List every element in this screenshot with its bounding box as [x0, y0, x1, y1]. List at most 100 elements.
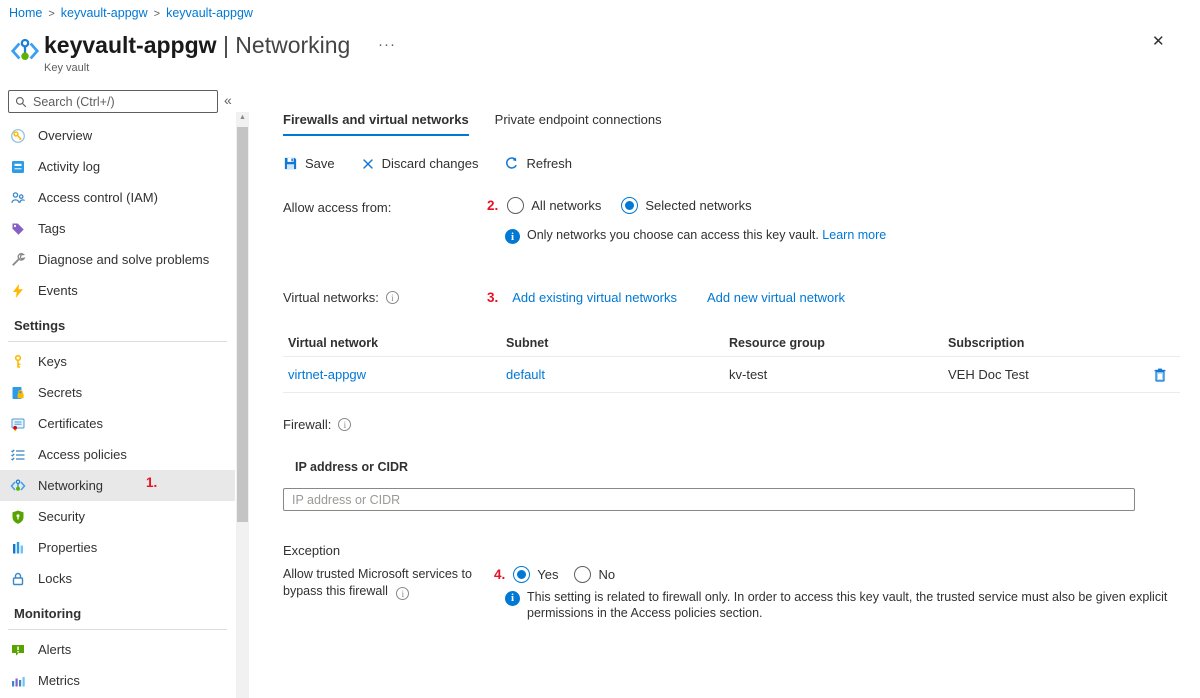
column-header-subnet: Subnet [506, 336, 729, 350]
breadcrumb: Home>keyvault-appgw>keyvault-appgw [9, 6, 253, 20]
secret-icon [10, 385, 26, 401]
all-networks-label: All networks [531, 198, 601, 213]
selected-networks-label: Selected networks [645, 198, 751, 213]
virtual-networks-label: Virtual networks: i [283, 290, 399, 305]
selected-networks-radio[interactable] [621, 197, 638, 214]
info-icon[interactable]: i [396, 587, 409, 600]
save-button[interactable]: Save [283, 156, 335, 171]
checklist-icon [10, 447, 26, 463]
shield-icon [10, 509, 26, 525]
sidebar-item-networking[interactable]: Networking [0, 470, 235, 501]
sidebar-item-label: Alerts [38, 642, 71, 657]
main-content: Firewalls and virtual networks Private e… [283, 0, 1188, 698]
key-icon [10, 354, 26, 370]
collapse-sidebar-icon[interactable]: « [224, 92, 232, 108]
lightning-icon [10, 283, 26, 299]
virtual-network-link[interactable]: virtnet-appgw [288, 367, 506, 382]
scroll-up-icon[interactable]: ▲ [236, 114, 249, 121]
sidebar-item-security[interactable]: Security [0, 501, 235, 532]
discard-changes-button[interactable]: Discard changes [361, 156, 479, 171]
refresh-label: Refresh [526, 156, 572, 171]
sidebar-item-access-control[interactable]: Access control (IAM) [0, 182, 235, 213]
table-header-row: Virtual network Subnet Resource group Su… [283, 330, 1180, 356]
sidebar-item-locks[interactable]: Locks [0, 563, 235, 594]
tags-icon [10, 221, 26, 237]
firewall-label-text: Firewall: [283, 417, 331, 432]
annotation-step-3: 3. [487, 290, 498, 305]
refresh-icon [504, 156, 519, 171]
resource-name: keyvault-appgw [44, 32, 217, 58]
sidebar-item-metrics[interactable]: Metrics [0, 665, 235, 696]
breadcrumb-current[interactable]: keyvault-appgw [166, 6, 253, 20]
sidebar-item-keys[interactable]: Keys [0, 346, 235, 377]
sidebar-item-label: Metrics [38, 673, 80, 688]
trusted-services-no-radio[interactable] [574, 566, 591, 583]
sidebar-item-tags[interactable]: Tags [0, 213, 235, 244]
wrench-icon [10, 252, 26, 268]
learn-more-link[interactable]: Learn more [822, 228, 886, 242]
sidebar-item-secrets[interactable]: Secrets [0, 377, 235, 408]
refresh-button[interactable]: Refresh [504, 156, 572, 171]
search-icon [15, 96, 27, 108]
sidebar-item-label: Security [38, 509, 85, 524]
annotation-step-2: 2. [487, 198, 498, 213]
allow-access-from-label: Allow access from: [283, 200, 391, 215]
subnet-link[interactable]: default [506, 367, 729, 382]
sidebar-item-events[interactable]: Events [0, 275, 235, 306]
add-existing-virtual-networks-link[interactable]: Add existing virtual networks [512, 290, 677, 305]
certificate-icon [10, 416, 26, 432]
sidebar-item-overview[interactable]: Overview [0, 120, 235, 151]
notice-text: This setting is related to firewall only… [527, 590, 1183, 621]
all-networks-radio[interactable] [507, 197, 524, 214]
save-icon [283, 156, 298, 171]
sidebar-item-access-policies[interactable]: Access policies [0, 439, 235, 470]
divider [283, 392, 1180, 393]
virtual-networks-table: Virtual network Subnet Resource group Su… [283, 330, 1180, 393]
sidebar-item-label: Keys [38, 354, 67, 369]
resource-type-label: Key vault [44, 62, 89, 74]
breadcrumb-resource[interactable]: keyvault-appgw [61, 6, 148, 20]
scrollbar-thumb[interactable] [237, 127, 248, 522]
sidebar-item-activity-log[interactable]: Activity log [0, 151, 235, 182]
tab-firewalls-and-virtual-networks[interactable]: Firewalls and virtual networks [283, 112, 469, 136]
tab-private-endpoint-connections[interactable]: Private endpoint connections [495, 112, 662, 136]
activity-log-icon [10, 159, 26, 175]
sidebar-item-label: Events [38, 283, 78, 298]
trusted-services-label: Allow trusted Microsoft services to bypa… [283, 566, 479, 600]
delete-row-button[interactable] [1152, 367, 1180, 383]
ip-address-column-header: IP address or CIDR [295, 460, 408, 474]
sidebar-item-diagnose[interactable]: Diagnose and solve problems [0, 244, 235, 275]
exception-notice: i This setting is related to firewall on… [505, 590, 1183, 621]
column-header-subscription: Subscription [948, 336, 1145, 350]
lock-icon [10, 571, 26, 587]
info-icon[interactable]: i [386, 291, 399, 304]
sidebar-scrollbar[interactable]: ▲ [236, 112, 249, 698]
sidebar-item-certificates[interactable]: Certificates [0, 408, 235, 439]
sidebar-item-label: Networking [38, 478, 103, 493]
add-new-virtual-network-link[interactable]: Add new virtual network [707, 290, 845, 305]
sidebar-item-label: Secrets [38, 385, 82, 400]
alert-icon [10, 642, 26, 658]
ip-address-input[interactable] [283, 488, 1135, 511]
sidebar-item-label: Activity log [38, 159, 100, 174]
annotation-step-4: 4. [494, 567, 505, 582]
annotation-step-1: 1. [146, 475, 157, 490]
trusted-services-yes-radio[interactable] [513, 566, 530, 583]
search-input[interactable] [33, 95, 211, 109]
no-label: No [598, 567, 615, 582]
discard-x-icon [361, 157, 375, 171]
access-control-icon [10, 190, 26, 206]
table-row: virtnet-appgw default kv-test VEH Doc Te… [283, 357, 1180, 392]
sidebar-item-label: Access policies [38, 447, 127, 462]
trusted-services-label-text: Allow trusted Microsoft services to bypa… [283, 567, 472, 598]
breadcrumb-separator: > [154, 8, 160, 20]
breadcrumb-home[interactable]: Home [9, 6, 42, 20]
exception-header: Exception [283, 543, 340, 558]
sidebar-item-alerts[interactable]: Alerts [0, 634, 235, 665]
sidebar-item-properties[interactable]: Properties [0, 532, 235, 563]
info-icon: i [505, 591, 520, 606]
sidebar-item-label: Tags [38, 221, 65, 236]
info-icon[interactable]: i [338, 418, 351, 431]
virtual-network-actions: 3. Add existing virtual networks Add new… [487, 290, 845, 305]
column-header-resource-group: Resource group [729, 336, 948, 350]
